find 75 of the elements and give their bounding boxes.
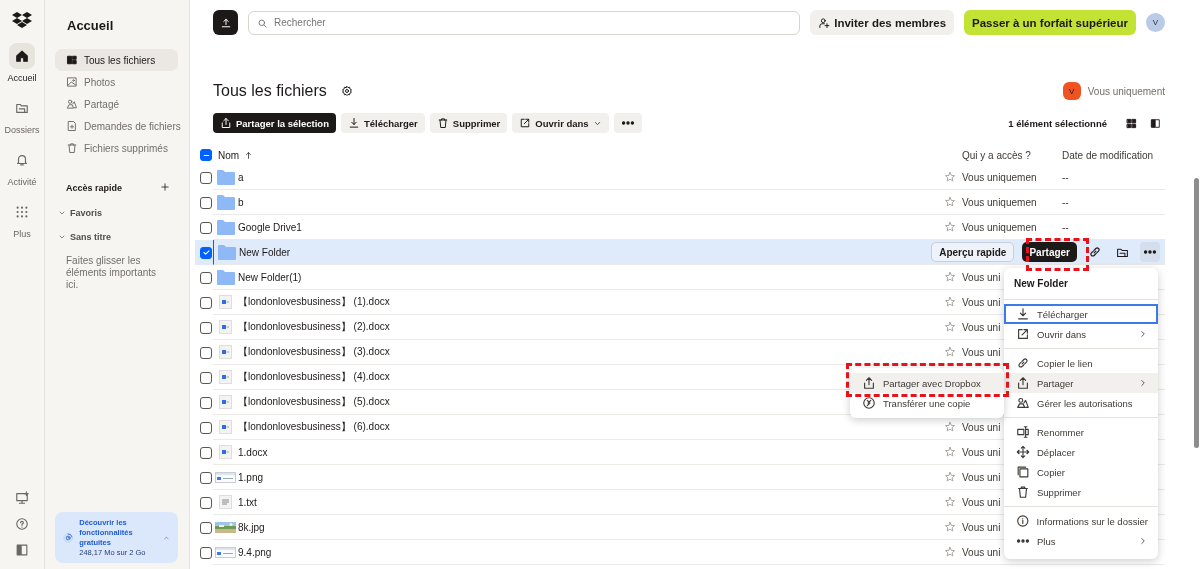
file-name[interactable]: 【londonlovesbusiness】 (1).docx xyxy=(238,295,390,309)
menu-item[interactable]: Copier xyxy=(1004,462,1158,482)
avatar: V xyxy=(1062,82,1081,100)
toolbar-button[interactable]: Télécharger xyxy=(340,113,425,133)
sidebar-item[interactable]: Fichiers supprimés xyxy=(55,137,178,159)
date-text: -- xyxy=(1062,196,1069,208)
file-name[interactable]: 8k.jpg xyxy=(238,521,265,533)
menu-item[interactable]: Partager avec Dropbox xyxy=(850,373,1004,393)
quick-preview-button[interactable]: Aperçu rapide xyxy=(931,242,1015,262)
access-text: Vous uni xyxy=(962,421,1001,433)
file-name[interactable]: 【londonlovesbusiness】 (6).docx xyxy=(238,420,390,434)
access-text: Vous uniquemen xyxy=(962,221,1037,233)
file-name[interactable]: 【londonlovesbusiness】 (5).docx xyxy=(238,395,390,409)
menu-item[interactable]: Gérer les autorisations xyxy=(1004,393,1158,413)
file-name[interactable]: 1.txt xyxy=(238,496,257,508)
access-text: Vous uniquemen xyxy=(962,171,1037,183)
file-name[interactable]: New Folder(1) xyxy=(238,271,302,283)
invite-button[interactable]: Inviter des membres xyxy=(810,10,955,35)
file-name[interactable]: 【londonlovesbusiness】 (2).docx xyxy=(238,320,390,334)
sidebar-item[interactable]: Partagé xyxy=(55,93,178,115)
sidebar-item[interactable]: Photos xyxy=(55,71,178,93)
menu-item[interactable]: Plus xyxy=(1004,531,1158,551)
upgrade-button[interactable]: Passer à un forfait supérieur xyxy=(964,10,1136,35)
file-name[interactable]: 1.docx xyxy=(238,446,268,458)
access-text: Vous uniquemen xyxy=(962,196,1037,208)
menu-title: New Folder xyxy=(1013,277,1069,291)
hint-text: Faites glisser les éléments importants ici. xyxy=(65,255,158,291)
file-name[interactable]: 9.4.png xyxy=(238,546,272,558)
menu-item[interactable]: Renommer xyxy=(1004,422,1158,442)
access-text: Vous uni xyxy=(962,546,1001,558)
search-field[interactable]: Rechercher xyxy=(248,10,801,35)
selection-count: 1 élément sélectionné xyxy=(1008,117,1107,129)
menu-item[interactable]: Transférer une copie xyxy=(850,393,1004,413)
rail-item[interactable]: Activité xyxy=(7,147,37,187)
access-text: Vous uni xyxy=(962,271,1001,283)
file-name[interactable]: 【londonlovesbusiness】 (3).docx xyxy=(238,345,390,359)
section-heading: Accès rapide xyxy=(66,182,123,193)
access-text: Vous uni xyxy=(962,296,1001,308)
menu-item[interactable]: Partager xyxy=(1004,373,1158,393)
rail-item[interactable]: Plus xyxy=(9,199,35,239)
toolbar-button[interactable]: Ouvrir dans xyxy=(512,113,609,133)
file-name[interactable]: New Folder xyxy=(239,246,291,258)
collapsible-group[interactable]: Sans titre xyxy=(55,231,178,243)
page-title: Tous les fichiers xyxy=(213,82,327,100)
access-text: Vous uni xyxy=(962,521,1001,533)
sidebar-title: Accueil xyxy=(66,18,115,33)
access-text: Vous uni xyxy=(962,321,1001,333)
column-header: Qui y a accès ? xyxy=(962,149,1032,161)
access-text: Vous uni xyxy=(962,471,1001,483)
avatar[interactable]: V xyxy=(1146,13,1165,32)
access-text: Vous uni xyxy=(962,496,1001,508)
access-text: Vous uni xyxy=(962,346,1001,358)
file-name[interactable]: Google Drive1 xyxy=(238,221,302,233)
column-header: Date de modification xyxy=(1062,149,1155,161)
menu-item[interactable]: Ouvrir dans xyxy=(1004,324,1158,344)
sidebar-item[interactable]: Tous les fichiers xyxy=(55,49,178,71)
file-name[interactable]: a xyxy=(238,171,244,183)
menu-item[interactable]: Télécharger xyxy=(1004,304,1158,324)
file-name[interactable]: 1.png xyxy=(238,471,264,483)
date-text: -- xyxy=(1062,171,1069,183)
file-name[interactable]: b xyxy=(238,196,244,208)
menu-item[interactable]: Supprimer xyxy=(1004,482,1158,502)
access-label: Vous uniquement xyxy=(1087,85,1165,97)
menu-item[interactable]: Copier le lien xyxy=(1004,353,1158,373)
rail-item[interactable]: Dossiers xyxy=(4,95,40,135)
toolbar-button[interactable]: Supprimer xyxy=(429,113,508,133)
file-name[interactable]: 【londonlovesbusiness】 (4).docx xyxy=(238,370,390,384)
column-header[interactable]: Nom xyxy=(213,148,962,162)
date-text: -- xyxy=(1062,221,1069,233)
share-button[interactable]: Partager xyxy=(1022,242,1077,262)
access-text: Vous uni xyxy=(962,446,1001,458)
menu-item[interactable]: Informations sur le dossier xyxy=(1004,511,1158,531)
menu-item[interactable]: Déplacer xyxy=(1004,442,1158,462)
collapsible-group[interactable]: Favoris xyxy=(55,207,178,219)
toolbar-button[interactable]: Partager la sélection xyxy=(213,113,336,133)
